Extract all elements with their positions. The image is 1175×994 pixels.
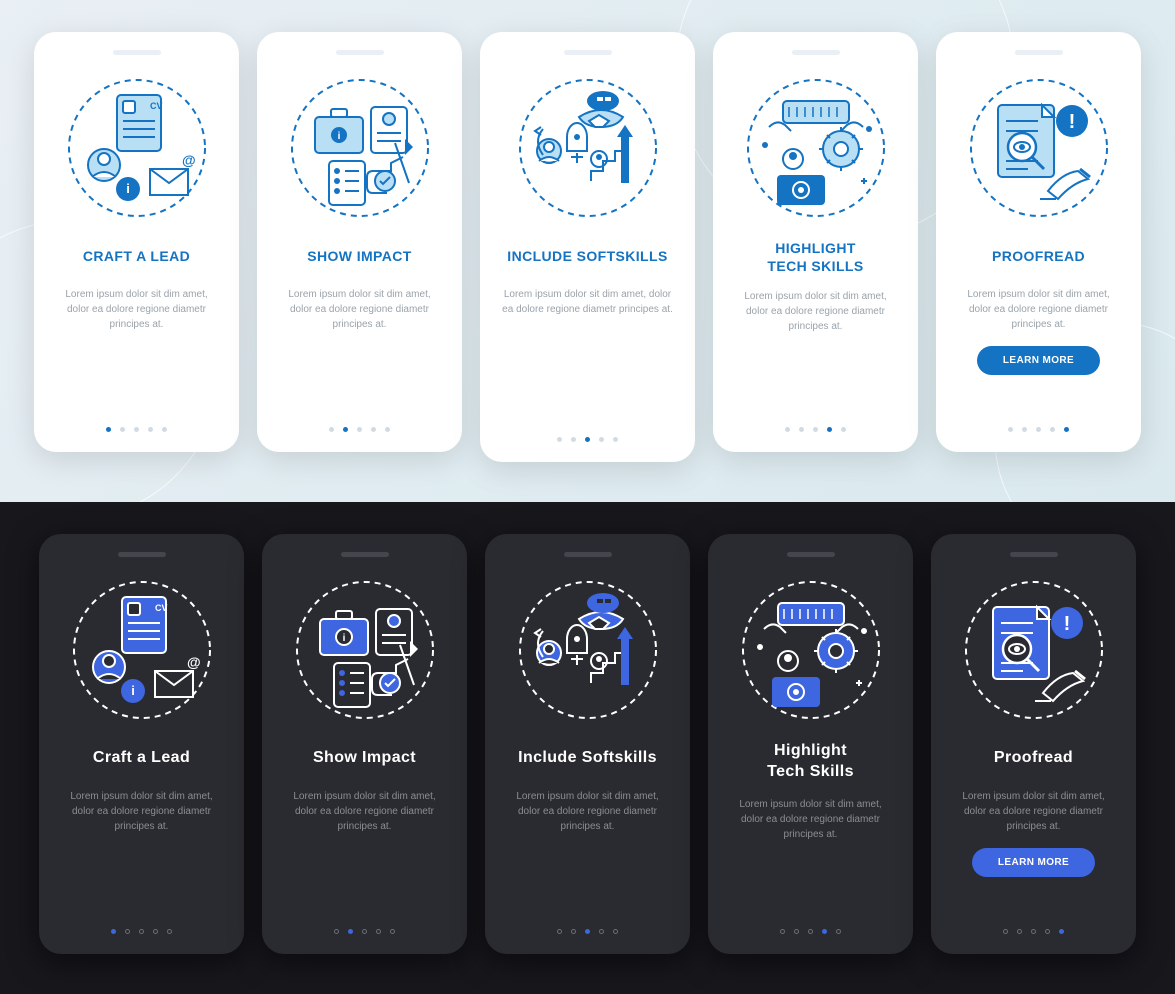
pager-dots[interactable] (780, 915, 841, 934)
onboarding-card-proofread-dark[interactable]: ! Proofread Lorem ipsum dolor sit dim am… (931, 534, 1136, 954)
card-description: Lorem ipsum dolor sit dim amet, dolor ea… (53, 789, 230, 834)
pager-dots[interactable] (111, 915, 172, 934)
card-title: Show Impact (313, 741, 416, 775)
illustration-magnify-edit: ! (959, 575, 1109, 725)
onboarding-card-softskills[interactable]: INCLUDE SOFTSKILLS Lorem ipsum dolor sit… (480, 32, 695, 462)
light-theme-row: CV i @ CRAFT A LEAD Lorem ipsum dolor sit … (0, 0, 1175, 502)
svg-text:CV: CV (155, 603, 168, 613)
card-title: Craft a Lead (93, 741, 190, 775)
card-title: SHOW IMPACT (307, 239, 411, 273)
card-title: Highlight Tech Skills (767, 741, 854, 783)
svg-text:CV: CV (150, 101, 163, 111)
onboarding-card-tech-skills-dark[interactable]: Highlight Tech Skills Lorem ipsum dolor … (708, 534, 913, 954)
pager-dots[interactable] (106, 413, 167, 432)
phone-notch (792, 50, 840, 55)
svg-text:i: i (126, 181, 130, 196)
dark-theme-row: CV i @ Craft a Lead Lorem ipsum dolor sit … (0, 502, 1175, 994)
phone-notch (118, 552, 166, 557)
pager-dots[interactable] (785, 413, 846, 432)
phone-notch (336, 50, 384, 55)
illustration-cv-contact: CV i @ (67, 575, 217, 725)
phone-notch (1015, 50, 1063, 55)
card-description: Lorem ipsum dolor sit dim amet, dolor ea… (727, 289, 904, 334)
illustration-briefcase-checklist: i (290, 575, 440, 725)
card-title: PROOFREAD (992, 239, 1085, 273)
card-description: Lorem ipsum dolor sit dim amet, dolor ea… (945, 789, 1122, 834)
card-description: Lorem ipsum dolor sit dim amet, dolor ea… (722, 797, 899, 842)
card-description: Lorem ipsum dolor sit dim amet, dolor ea… (950, 287, 1127, 332)
phone-notch (564, 552, 612, 557)
onboarding-card-craft-lead[interactable]: CV i @ CRAFT A LEAD Lorem ipsum dolor sit … (34, 32, 239, 452)
card-title: INCLUDE SOFTSKILLS (507, 239, 667, 273)
illustration-magnify-edit: ! (964, 73, 1114, 223)
learn-more-button[interactable]: LEARN MORE (972, 848, 1095, 877)
phone-notch (564, 50, 612, 55)
pager-dots[interactable] (557, 423, 618, 442)
phone-notch (787, 552, 835, 557)
svg-text:@: @ (187, 654, 201, 670)
card-description: Lorem ipsum dolor sit dim amet, dolor ea… (276, 789, 453, 834)
phone-notch (1010, 552, 1058, 557)
card-description: Lorem ipsum dolor sit dim amet, dolor ea… (271, 287, 448, 332)
learn-more-button[interactable]: LEARN MORE (977, 346, 1100, 375)
illustration-keyboard-gear (736, 575, 886, 725)
svg-text:i: i (337, 131, 340, 142)
pager-dots[interactable] (329, 413, 390, 432)
pager-dots[interactable] (1008, 413, 1069, 432)
card-description: Lorem ipsum dolor sit dim amet, dolor ea… (499, 789, 676, 834)
svg-text:!: ! (1063, 613, 1070, 635)
card-title: HIGHLIGHT TECH SKILLS (767, 239, 863, 275)
card-title: Proofread (994, 741, 1073, 775)
onboarding-card-show-impact[interactable]: i SHOW IMPACT Lorem ipsum dolor sit dim … (257, 32, 462, 452)
pager-dots[interactable] (334, 915, 395, 934)
pager-dots[interactable] (557, 915, 618, 934)
svg-text:!: ! (1068, 111, 1075, 133)
illustration-keyboard-gear (741, 73, 891, 223)
phone-notch (113, 50, 161, 55)
card-title: CRAFT A LEAD (83, 239, 190, 273)
pager-dots[interactable] (1003, 915, 1064, 934)
illustration-briefcase-checklist: i (285, 73, 435, 223)
onboarding-card-proofread[interactable]: ! PROOFREAD Lorem ipsum dolor sit dim am… (936, 32, 1141, 452)
card-description: Lorem ipsum dolor sit dim amet, dolor ea… (48, 287, 225, 332)
card-title: Include Softskills (518, 741, 657, 775)
illustration-handshake-growth (513, 73, 663, 223)
onboarding-card-softskills-dark[interactable]: Include Softskills Lorem ipsum dolor sit… (485, 534, 690, 954)
svg-text:@: @ (182, 152, 196, 168)
illustration-cv-contact: CV i @ (62, 73, 212, 223)
illustration-handshake-growth (513, 575, 663, 725)
onboarding-card-craft-lead-dark[interactable]: CV i @ Craft a Lead Lorem ipsum dolor sit … (39, 534, 244, 954)
onboarding-card-tech-skills[interactable]: HIGHLIGHT TECH SKILLS Lorem ipsum dolor … (713, 32, 918, 452)
card-description: Lorem ipsum dolor sit dim amet, dolor ea… (494, 287, 681, 317)
svg-text:i: i (342, 633, 345, 644)
onboarding-card-show-impact-dark[interactable]: i Show Impact Lorem ipsum dolor sit dim … (262, 534, 467, 954)
phone-notch (341, 552, 389, 557)
svg-text:i: i (131, 683, 135, 698)
